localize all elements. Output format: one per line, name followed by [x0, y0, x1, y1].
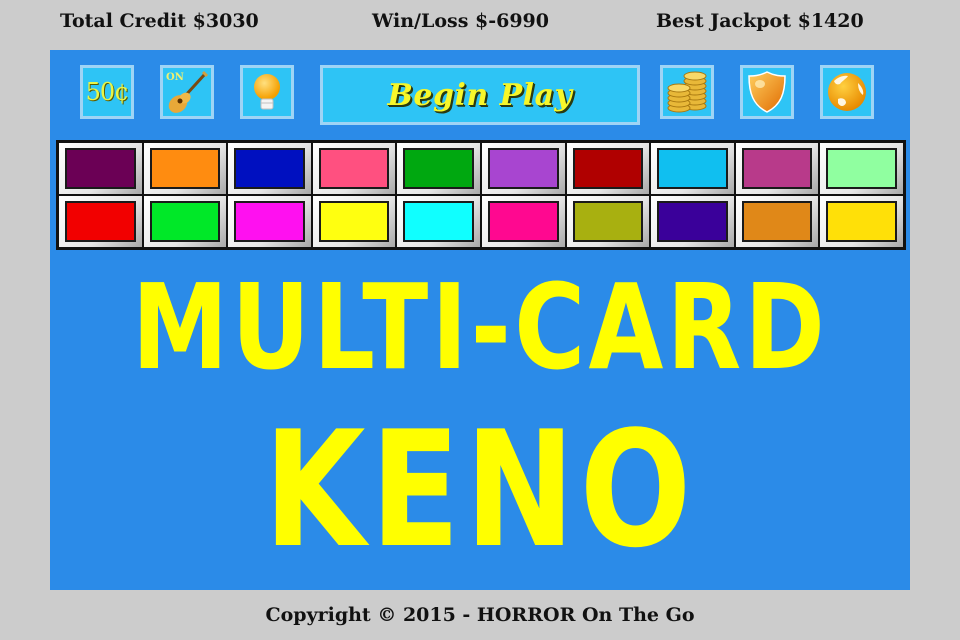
card-color-button-4[interactable] [312, 143, 396, 194]
win-loss: Win/Loss $-6990 [372, 10, 550, 32]
card-color-swatch [65, 148, 136, 189]
credits-button[interactable] [660, 65, 714, 119]
best-jackpot: Best Jackpot $1420 [656, 10, 864, 32]
card-color-button-3[interactable] [228, 143, 311, 194]
card-color-swatch [741, 148, 813, 189]
card-selector-grid [56, 140, 906, 250]
bet-amount-button[interactable]: 50¢ [80, 65, 134, 119]
card-color-button-6[interactable] [481, 143, 565, 194]
copyright-footer: Copyright © 2015 - HORROR On The Go [265, 604, 695, 626]
begin-play-button[interactable]: Begin Play [320, 65, 640, 125]
card-color-button-15[interactable] [397, 196, 480, 247]
card-color-swatch [234, 201, 305, 242]
total-credit: Total Credit $3030 [60, 10, 259, 32]
card-color-button-2[interactable] [143, 143, 227, 194]
bet-amount-label: 50¢ [85, 78, 130, 106]
card-color-button-14[interactable] [312, 196, 396, 247]
card-color-swatch [403, 201, 474, 242]
title-line1: MULTI-CARD [131, 258, 829, 396]
game-panel: 50¢ ON Begin Play MULTI-CARD KENO [50, 50, 910, 590]
card-color-swatch [826, 201, 897, 242]
card-color-swatch [487, 148, 559, 189]
card-color-button-8[interactable] [651, 143, 734, 194]
card-color-button-20[interactable] [820, 196, 903, 247]
card-color-swatch [234, 148, 305, 189]
guitar-icon: ON [166, 70, 209, 113]
music-status-label: ON [166, 72, 184, 83]
card-color-button-12[interactable] [143, 196, 227, 247]
card-color-button-18[interactable] [651, 196, 734, 247]
card-color-swatch [572, 148, 644, 189]
card-color-swatch [572, 201, 644, 242]
title-line2: KENO [263, 396, 697, 583]
card-color-button-17[interactable] [566, 196, 650, 247]
card-color-swatch [149, 201, 221, 242]
card-color-button-10[interactable] [820, 143, 903, 194]
card-color-swatch [487, 201, 559, 242]
card-color-button-13[interactable] [228, 196, 311, 247]
card-color-button-19[interactable] [735, 196, 819, 247]
card-color-button-5[interactable] [397, 143, 480, 194]
card-color-swatch [741, 201, 813, 242]
card-color-button-9[interactable] [735, 143, 819, 194]
card-color-swatch [318, 148, 390, 189]
hint-button[interactable] [240, 65, 294, 119]
card-color-button-7[interactable] [566, 143, 650, 194]
shield-icon [748, 71, 786, 113]
card-color-button-1[interactable] [59, 143, 142, 194]
card-color-swatch [657, 148, 728, 189]
begin-play-label: Begin Play [387, 77, 573, 113]
card-color-button-16[interactable] [481, 196, 565, 247]
music-toggle-button[interactable]: ON [160, 65, 214, 119]
card-color-swatch [65, 201, 136, 242]
card-color-swatch [403, 148, 474, 189]
card-color-swatch [826, 148, 897, 189]
globe-icon [828, 73, 866, 111]
shield-button[interactable] [740, 65, 794, 119]
lightbulb-icon [254, 74, 280, 110]
coin-stack-icon [667, 71, 707, 113]
card-color-swatch [318, 201, 390, 242]
card-color-button-11[interactable] [59, 196, 142, 247]
globe-button[interactable] [820, 65, 874, 119]
card-color-swatch [657, 201, 728, 242]
card-color-swatch [149, 148, 221, 189]
